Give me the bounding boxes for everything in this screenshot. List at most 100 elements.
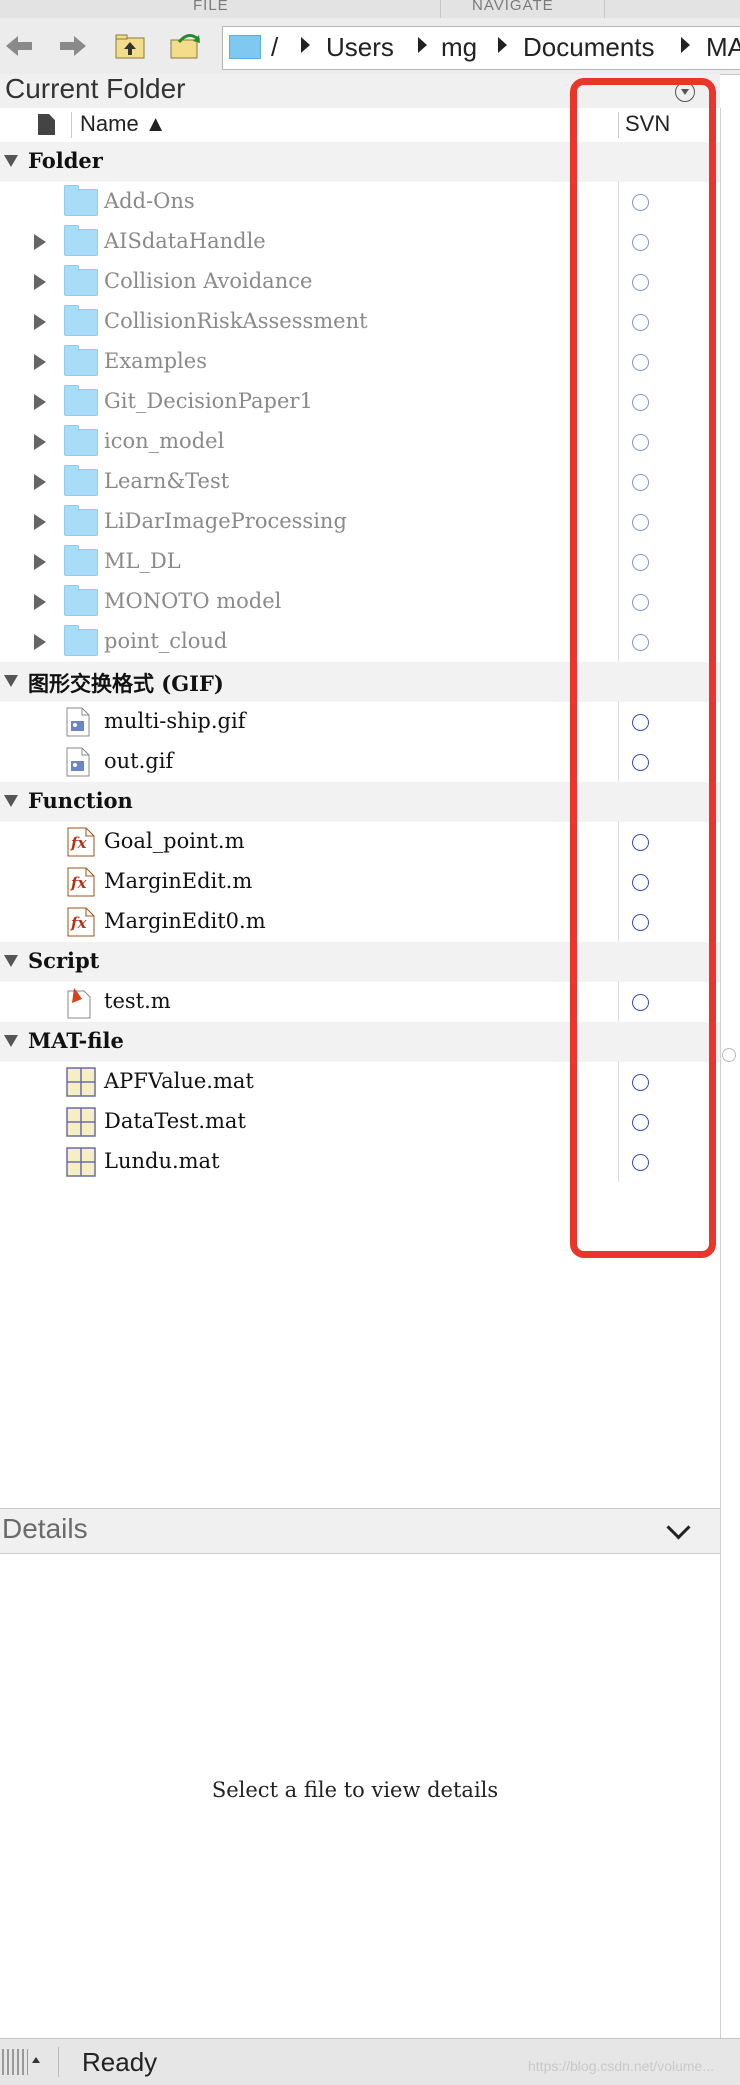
expand-triangle-icon[interactable]	[34, 594, 46, 610]
folder-icon	[64, 625, 98, 656]
folder-icon	[64, 185, 98, 216]
column-divider	[71, 112, 72, 138]
file-name: CollisionRiskAssessment	[104, 309, 368, 333]
mat-file-icon	[66, 1107, 96, 1142]
folder-icon	[229, 35, 261, 59]
collapse-triangle-icon[interactable]	[4, 955, 18, 967]
file-name: LiDarImageProcessing	[104, 509, 347, 533]
file-name: point_cloud	[104, 629, 228, 653]
file-name: MONOTO model	[104, 589, 282, 613]
address-bar[interactable]: / Users mg Documents MA	[222, 26, 740, 70]
function-file-icon: fx	[66, 827, 96, 862]
file-name: multi-ship.gif	[104, 709, 246, 733]
expand-triangle-icon[interactable]	[34, 514, 46, 530]
folder-icon	[64, 305, 98, 336]
highlight-box	[570, 78, 716, 1258]
gif-file-icon	[66, 747, 90, 782]
mat-file-icon	[66, 1147, 96, 1182]
pane-border	[720, 108, 721, 2038]
ribbon-divider	[440, 0, 441, 18]
breadcrumb-users[interactable]: Users	[326, 32, 394, 63]
folder-icon	[64, 385, 98, 416]
ribbon-strip: FILE NAVIGATE	[0, 0, 740, 19]
panel-title: Current Folder	[5, 73, 186, 104]
tab-navigate[interactable]: NAVIGATE	[472, 0, 554, 14]
group-label: Function	[28, 788, 133, 813]
breadcrumb-root[interactable]: /	[271, 32, 278, 63]
expand-triangle-icon[interactable]	[34, 274, 46, 290]
status-text: Ready	[82, 2047, 158, 2077]
file-name: Collision Avoidance	[104, 269, 313, 293]
mat-file-icon	[66, 1067, 96, 1102]
file-name: APFValue.mat	[104, 1069, 254, 1093]
group-label: Script	[28, 948, 100, 973]
caret-up-icon[interactable]	[32, 2057, 40, 2063]
group-label: 图形交换格式 (GIF)	[28, 671, 224, 696]
collapse-triangle-icon[interactable]	[4, 795, 18, 807]
browse-folder-icon[interactable]	[168, 30, 204, 62]
file-name: Add-Ons	[104, 189, 195, 213]
file-name: AISdataHandle	[104, 229, 266, 253]
folder-icon	[64, 225, 98, 256]
file-name: Examples	[104, 349, 207, 373]
svg-text:fx: fx	[70, 914, 87, 932]
chevron-down-icon[interactable]	[666, 1515, 691, 1540]
file-name: test.m	[104, 989, 171, 1013]
breadcrumb-ma[interactable]: MA	[706, 32, 740, 63]
right-arrow-icon[interactable]	[56, 30, 90, 62]
splitter-handle-icon[interactable]	[722, 1048, 736, 1062]
gif-file-icon	[66, 707, 90, 742]
folder-icon	[64, 425, 98, 456]
folder-icon	[64, 585, 98, 616]
folder-icon	[64, 505, 98, 536]
folder-icon	[64, 265, 98, 296]
details-title: Details	[2, 1513, 88, 1544]
watermark: https://blog.csdn.net/volume...	[528, 2058, 714, 2074]
script-file-icon	[66, 987, 92, 1024]
function-file-icon: fx	[66, 867, 96, 902]
details-placeholder: Select a file to view details	[211, 1778, 499, 1802]
file-name: DataTest.mat	[104, 1109, 246, 1133]
navigation-toolbar: / Users mg Documents MA	[0, 18, 740, 75]
collapse-triangle-icon[interactable]	[4, 155, 18, 167]
svg-text:fx: fx	[70, 834, 87, 852]
ribbon-divider	[604, 0, 605, 18]
breadcrumb-documents[interactable]: Documents	[523, 32, 655, 63]
tab-file[interactable]: FILE	[193, 0, 229, 14]
function-file-icon: fx	[66, 907, 96, 942]
file-name: Goal_point.m	[104, 829, 245, 853]
file-name: Lundu.mat	[104, 1149, 220, 1173]
file-name: out.gif	[104, 749, 174, 773]
status-divider	[58, 2047, 59, 2077]
breadcrumb-separator-icon[interactable]	[681, 37, 690, 53]
details-header[interactable]: Details	[0, 1508, 720, 1554]
breadcrumb-mg[interactable]: mg	[441, 32, 477, 63]
collapse-triangle-icon[interactable]	[4, 675, 18, 687]
folder-icon	[64, 345, 98, 376]
group-label: Folder	[28, 148, 103, 173]
name-column-header[interactable]: Name ▲	[80, 111, 167, 137]
grip-icon[interactable]	[2, 2049, 28, 2075]
expand-triangle-icon[interactable]	[34, 314, 46, 330]
breadcrumb-separator-icon[interactable]	[498, 37, 507, 53]
file-type-icon[interactable]	[38, 114, 55, 135]
expand-triangle-icon[interactable]	[34, 554, 46, 570]
folder-icon	[64, 465, 98, 496]
file-name: Git_DecisionPaper1	[104, 389, 313, 413]
expand-triangle-icon[interactable]	[34, 234, 46, 250]
expand-triangle-icon[interactable]	[34, 354, 46, 370]
file-name: Learn&Test	[104, 469, 230, 493]
file-name: icon_model	[104, 429, 225, 453]
breadcrumb-separator-icon[interactable]	[418, 37, 427, 53]
expand-triangle-icon[interactable]	[34, 394, 46, 410]
group-label: MAT-file	[28, 1028, 124, 1053]
folder-up-icon[interactable]	[112, 30, 148, 62]
left-arrow-icon[interactable]	[2, 30, 36, 62]
expand-triangle-icon[interactable]	[34, 434, 46, 450]
breadcrumb-separator-icon[interactable]	[301, 37, 310, 53]
file-name: ML_DL	[104, 549, 181, 573]
expand-triangle-icon[interactable]	[34, 474, 46, 490]
collapse-triangle-icon[interactable]	[4, 1035, 18, 1047]
expand-triangle-icon[interactable]	[34, 634, 46, 650]
file-name: MarginEdit.m	[104, 869, 253, 893]
